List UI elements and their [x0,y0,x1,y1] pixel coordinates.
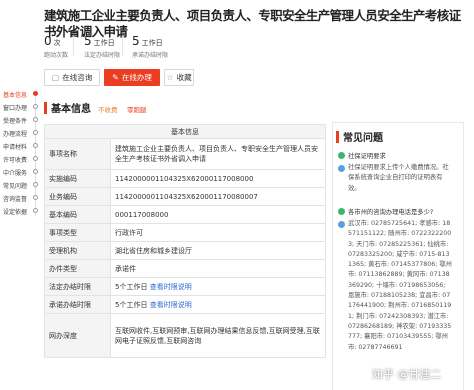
sidebar-dot-icon [33,208,38,213]
table-row: 网办深度 互联网收件,互联网预审,互联网办理结果信息反馈,互联网受理,互联网电子… [44,313,326,358]
table-row: 事项类型 行政许可 [44,223,326,242]
sidebar-item[interactable]: 窗口办理 [3,103,27,112]
stat-value: 0 [44,34,52,48]
table-header: 基本信息 [44,124,326,139]
row-value: 建筑施工企业主要负责人、项目负责人、专职安全生产管理人员安全生产考核证书外省调入… [110,138,326,170]
online-consult-button[interactable]: ▢ 在线咨询 [44,69,100,86]
answer-icon [338,221,345,228]
divider [73,36,74,56]
sidebar-item[interactable]: 咨询监督 [3,194,27,203]
sidebar-item[interactable]: 中介服务 [3,168,27,177]
table-row: 承诺办结时限 5个工作日 查看时限说明 [44,295,326,314]
sidebar-dot-icon [33,195,38,200]
stat-value: 5 [132,34,140,48]
sidebar-dot-icon [33,182,38,187]
table-row: 事项名称 建筑施工企业主要负责人、项目负责人、专职安全生产管理人员安全生产考核证… [44,138,326,170]
sidebar-item[interactable]: 申请材料 [3,142,27,151]
sidebar-dot-icon [33,104,38,109]
button-label: 在线咨询 [62,73,93,82]
faq-title: 常见问题 [343,133,383,144]
row-value: 11420000011043​25X620001170080​00 [110,169,326,188]
row-value: 互联网收件,互联网预审,互联网办理结果信息反馈,互联网受理,互联网电子证照反馈,… [110,313,326,358]
online-apply-button[interactable]: ✎ 在线办理 [104,69,160,86]
answer-text: 社保证明要求上传个人缴费情况。社保系统查询企业自打印的证明表有效。 [348,164,449,192]
stat-label: 法定办结时限 [84,52,121,59]
free-tag: 不收费 [98,106,118,114]
row-value: 000117008000 [110,205,326,224]
row-value: 承诺件 [110,259,326,278]
stat-value: 5 [84,34,92,48]
row-key: 基本编码 [44,205,111,224]
section-marker [44,102,47,114]
row-key: 事项类型 [44,223,111,242]
stat-label: 跑动次数 [44,52,69,59]
faq-answer: 社保证明要求上传个人缴费情况。社保系统查询企业自打印的证明表有效。 [338,163,452,194]
time-limit-link[interactable]: 查看时限说明 [150,283,192,291]
stat-trips: 0次 跑动次数 [44,34,68,59]
row-key: 业务编码 [44,187,111,206]
row-value: 5个工作日 查看时限说明 [110,277,326,296]
row-value: 行政许可 [110,223,326,242]
faq-answer: 武汉市: 027857256​41; 孝感市: 18571151122; 随州市… [338,219,452,359]
faq-question[interactable]: 社保证明要求 [338,151,386,160]
sidebar-dot-icon [33,91,38,96]
basic-info-table: 基本信息 事项名称 建筑施工企业主要负责人、项目负责人、专职安全生产管理人员安全… [44,124,326,358]
stat-unit: 次 [53,39,61,47]
question-icon [338,152,345,159]
sidebar-item[interactable]: 办理流程 [3,129,27,138]
question-icon [338,208,345,215]
sidebar-item[interactable]: 受理条件 [3,116,27,125]
row-key: 承诺办结时限 [44,295,111,314]
star-icon: ☆ [166,73,174,82]
question-text: 各市州的咨询办理电话是多少? [348,209,434,216]
stat-unit: 工作日 [93,39,115,47]
sidebar-item[interactable]: 许可收费 [3,155,27,164]
row-value: 11420000011043​25X620001170080​007 [110,187,326,206]
table-row: 法定办结时限 5个工作日 查看时限说明 [44,277,326,296]
stat-unit: 工作日 [141,39,163,47]
stat-legal-limit: 5 工作日 法定办结时限 [84,34,120,59]
row-key: 办件类型 [44,259,111,278]
row-key: 实施编码 [44,169,111,188]
table-row: 实施编码 11420000011043​25X620001170080​00 [44,169,326,188]
row-key: 网办深度 [44,313,111,358]
stat-label: 承诺办结时限 [132,52,169,59]
answer-icon [338,165,345,172]
row-key: 受理机构 [44,241,111,260]
row-key: 法定办结时限 [44,277,111,296]
value-text: 5个工作日 [115,282,148,291]
table-row: 业务编码 11420000011043​25X620001170080​007 [44,187,326,206]
button-label: 在线办理 [121,73,152,82]
answer-text: 武汉市: 027857256​41; 孝感市: 18571151122; 随州市… [348,220,452,351]
row-key: 事项名称 [44,138,111,170]
section-marker [336,131,339,143]
sidebar-dot-icon [33,156,38,161]
value-text: 5个工作日 [115,300,148,309]
button-label: 收藏 [176,73,192,82]
chat-icon: ▢ [51,73,60,82]
divider [122,36,123,56]
table-row: 受理机构 湖北省住房和城乡建设厅 [44,241,326,260]
zero-trip-tag: 零跑腿 [127,106,147,114]
faq-question[interactable]: 各市州的咨询办理电话是多少? [338,207,433,216]
sidebar-item[interactable]: 设定依据 [3,207,27,216]
row-value: 湖北省住房和城乡建设厅 [110,241,326,260]
question-text: 社保证明要求 [348,153,386,160]
sidebar-dot-icon [33,169,38,174]
sidebar-dot-icon [33,130,38,135]
stat-promise-limit: 5 工作日 承诺办结时限 [132,34,168,59]
row-value: 5个工作日 查看时限说明 [110,295,326,314]
sidebar-dot-icon [33,143,38,148]
edit-icon: ✎ [112,73,119,82]
sidebar-item[interactable]: 基本信息 [3,90,27,99]
time-limit-link[interactable]: 查看时限说明 [150,301,192,309]
table-row: 基本编码 000117008000 [44,205,326,224]
section-title: 基本信息 [51,104,91,115]
sidebar-dot-icon [33,117,38,122]
watermark: 知乎 @甘建二 [372,368,442,381]
sidebar-item[interactable]: 常见问题 [3,181,27,190]
table-row: 办件类型 承诺件 [44,259,326,278]
favorite-button[interactable]: ☆ 收藏 [164,69,194,86]
